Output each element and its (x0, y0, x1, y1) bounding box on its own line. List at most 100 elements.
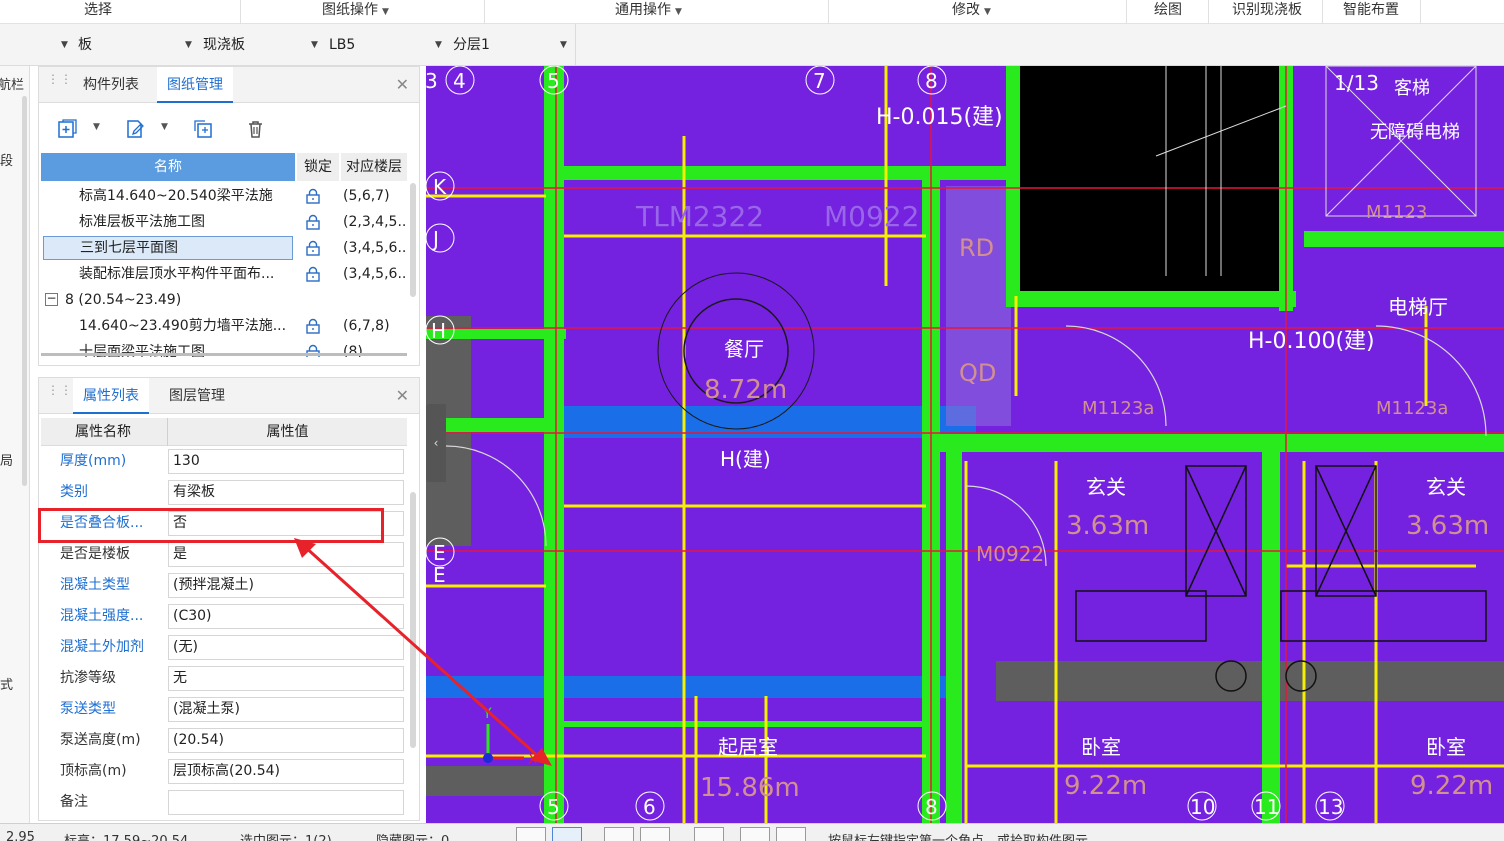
drawing-floor: (3,4,5,6... (343, 240, 407, 256)
tab-property-list[interactable]: 属性列表 (73, 378, 149, 414)
ribbon-group-recognize-slab[interactable]: 识别现浇板 (1232, 0, 1302, 24)
drawing-name: 装配标准层顶水平构件平面布... (79, 266, 275, 282)
list-item[interactable]: 装配标准层顶水平构件平面布... (3,4,5,6... (41, 261, 407, 287)
ribbon-group-general-ops[interactable]: 通用操作 ▼ (615, 0, 682, 24)
room-label: 玄关 (1426, 475, 1466, 499)
ribbon-group-modify[interactable]: 修改 ▼ (952, 0, 991, 24)
angle-button[interactable] (640, 827, 670, 841)
nav-strip-title[interactable]: 航栏 (0, 74, 24, 93)
chevron-down-icon[interactable]: ▼ (161, 122, 168, 132)
tab-label: 图层管理 (169, 388, 225, 404)
elevation-tag: H(建) (720, 447, 771, 471)
close-icon[interactable]: ✕ (396, 75, 409, 94)
add-drawing-button[interactable] (49, 113, 83, 143)
axis-bubble: J (426, 223, 455, 253)
column-header-label: 锁定 (304, 159, 332, 175)
tab-drawing-management[interactable]: 图纸管理 (157, 67, 233, 103)
property-row-thickness[interactable]: 厚度(mm) 130 (41, 446, 407, 477)
elevation-tag: H-0.015(建) (876, 105, 1003, 130)
floor-group-label: 8 (20.54~23.49) (65, 292, 182, 308)
grid-button[interactable] (694, 827, 724, 841)
ribbon-group-select[interactable]: 选择 (84, 0, 112, 24)
collapse-panel-handle[interactable]: ‹ (426, 404, 446, 482)
list-item[interactable]: 标高14.640~20.540梁平法施 (5,6,7) (41, 183, 407, 209)
column-header-label: 对应楼层 (346, 159, 402, 175)
drawing-name: 三到七层平面图 (43, 236, 293, 260)
column-header-name[interactable]: 名称 (41, 153, 295, 181)
svg-text:11: 11 (1254, 795, 1279, 819)
drawing-list-hscrollbar[interactable] (41, 353, 407, 356)
property-row-category[interactable]: 类别 有梁板 (41, 477, 407, 508)
cad-drawing-canvas[interactable]: 4 5 7 8 3 1/13 K J H E E 5 6 8 10 11 13 … (426, 66, 1504, 823)
property-table-header: 属性名称 属性值 (41, 418, 407, 446)
nav-strip-item[interactable]: 式 (0, 674, 13, 693)
svg-text:5: 5 (547, 69, 560, 93)
ribbon-group-smart-layout[interactable]: 智能布置 (1343, 0, 1399, 24)
ribbon-divider (1126, 0, 1127, 24)
property-value-field[interactable]: 130 (168, 449, 404, 474)
chevron-down-icon[interactable]: ▼ (185, 34, 192, 56)
ribbon-group-bar: 选择 图纸操作 ▼ 通用操作 ▼ 修改 ▼ 绘图 识别现浇板 智能布置 (0, 0, 1504, 24)
room-label: 无障碍电梯 (1370, 122, 1460, 143)
elevation-tag: H-0.100(建) (1248, 329, 1375, 354)
column-header-lock[interactable]: 锁定 (297, 153, 339, 181)
chevron-down-icon[interactable]: ▼ (311, 34, 318, 56)
status-hint: 按鼠标左键指定第一个角点，或拾取构件图元 (828, 830, 1088, 841)
svg-text:4: 4 (453, 69, 466, 93)
drawing-list: 标高14.640~20.540梁平法施 (5,6,7) 标准层板平法施工图 (2… (41, 181, 407, 357)
select-box-button[interactable] (552, 827, 582, 841)
column-header-property-name: 属性名称 (41, 418, 165, 446)
tab-layer-management[interactable]: 图层管理 (159, 378, 235, 414)
display-button[interactable] (740, 827, 770, 841)
ribbon-group-drawing-ops[interactable]: 图纸操作 ▼ (322, 0, 389, 24)
list-item[interactable]: 14.640~23.490剪力墙平法施... (6,7,8) (41, 313, 407, 339)
property-value-field[interactable]: 有梁板 (168, 480, 404, 505)
chevron-down-icon[interactable]: ▼ (93, 122, 100, 132)
property-row-remarks[interactable]: 备注 (41, 787, 407, 818)
svg-text:J: J (431, 227, 439, 251)
list-item[interactable]: 标准层板平法施工图 (2,3,4,5... (41, 209, 407, 235)
drawing-list-scrollbar[interactable] (410, 183, 416, 297)
property-name: 混凝土强度... (60, 608, 144, 624)
delete-drawing-button[interactable] (237, 113, 271, 143)
drag-grip-icon[interactable]: ⋮⋮ (47, 384, 72, 405)
list-group-row[interactable]: − 8 (20.54~23.49) (41, 287, 407, 313)
chevron-down-icon[interactable]: ▼ (435, 34, 442, 56)
layer-dropdown[interactable]: 分层1 (453, 34, 563, 56)
status-coordinate: 2.95 (6, 830, 35, 841)
ortho-mode-button[interactable] (516, 827, 546, 841)
room-area-label: 3.63m (1406, 511, 1489, 541)
navigation-strip: 航栏 段 局 式 (0, 66, 30, 826)
nav-scrollbar[interactable] (22, 96, 27, 486)
column-header-floor[interactable]: 对应楼层 (341, 153, 407, 181)
list-item-selected[interactable]: 三到七层平面图 (3,4,5,6... (41, 235, 407, 261)
room-label: 卧室 (1081, 735, 1121, 759)
chevron-down-icon[interactable]: ▼ (560, 34, 567, 56)
type-dropdown[interactable]: 现浇板 (203, 34, 323, 56)
ribbon-group-label: 通用操作 (615, 2, 671, 18)
floor-dropdown-caret-icon[interactable]: ▼ (61, 34, 68, 56)
edit-drawing-button[interactable] (117, 113, 151, 143)
nav-strip-item[interactable]: 段 (0, 150, 13, 169)
nav-strip-item[interactable]: 局 (0, 450, 13, 469)
ribbon-group-draw[interactable]: 绘图 (1154, 0, 1182, 24)
edit-drawing-icon (127, 120, 144, 138)
property-value-field[interactable] (168, 790, 404, 815)
drag-grip-icon[interactable]: ⋮⋮ (47, 73, 72, 94)
door-tag: M1123 (1366, 202, 1427, 223)
component-selector-bar: ▼ 板 ▼ 现浇板 ▼ LB5 ▼ 分层1 ▼ (0, 24, 1504, 66)
component-dropdown[interactable]: LB5 (329, 34, 439, 56)
snap-button[interactable] (604, 827, 634, 841)
tab-component-list[interactable]: 构件列表 (73, 67, 149, 103)
collapse-icon[interactable]: − (45, 292, 58, 306)
axis-bubble: 11 (1251, 791, 1281, 821)
layer-button[interactable] (776, 827, 806, 841)
ribbon-divider (240, 0, 241, 24)
category-dropdown[interactable]: 板 (78, 34, 188, 56)
shaft-symbol-group (1075, 465, 1487, 692)
svg-text:7: 7 (813, 69, 826, 93)
elevator-zone (946, 186, 1011, 426)
gray-zone (426, 766, 556, 796)
close-icon[interactable]: ✕ (396, 386, 409, 405)
split-drawing-button[interactable] (185, 113, 219, 143)
